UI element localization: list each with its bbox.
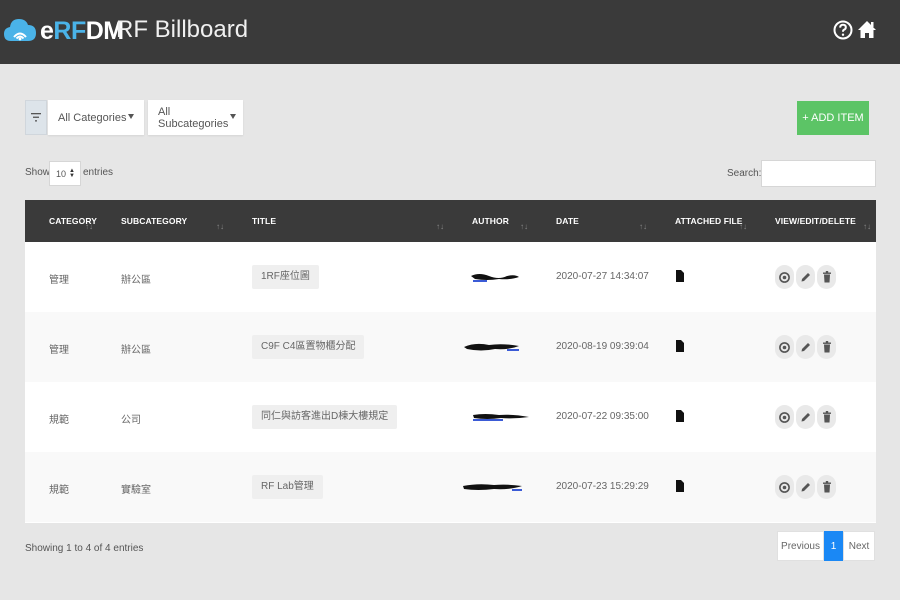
file-icon[interactable] <box>675 270 685 282</box>
cell-category: 管理 <box>49 345 69 356</box>
trash-icon <box>822 481 831 493</box>
edit-button[interactable] <box>796 405 815 429</box>
caret-down-icon <box>128 114 134 119</box>
show-label: Show <box>25 167 51 178</box>
view-button[interactable] <box>775 265 794 289</box>
app-logo[interactable]: eRFDM <box>40 16 124 46</box>
eye-icon <box>779 411 790 423</box>
filter-icon <box>31 113 41 122</box>
cell-date: 2020-07-23 15:29:29 <box>556 481 649 492</box>
sort-icon[interactable]: ↑↓ <box>85 222 93 231</box>
table-row: 管理 辦公區 1RF座位圖 2020-07-27 14:34:07 <box>25 242 876 312</box>
table-row: 管理 辦公區 C9F C4區置物櫃分配 2020-08-19 09:39:04 <box>25 312 876 382</box>
pencil-icon <box>801 342 810 351</box>
table-row: 規範 實驗室 RF Lab管理 2020-07-23 15:29:29 <box>25 452 876 522</box>
search-input[interactable] <box>761 160 876 187</box>
table-header: CATEGORY ↑↓ SUBCATEGORY ↑↓ TITLE ↑↓ AUTH… <box>25 200 876 242</box>
billboard-table: CATEGORY ↑↓ SUBCATEGORY ↑↓ TITLE ↑↓ AUTH… <box>25 200 876 523</box>
author-redacted <box>464 343 519 351</box>
sort-icon: ↑↓ <box>863 222 871 231</box>
author-redacted <box>471 274 519 282</box>
file-icon[interactable] <box>675 340 685 352</box>
author-redacted <box>473 414 529 421</box>
table-info: Showing 1 to 4 of 4 entries <box>25 543 144 554</box>
cell-category: 管理 <box>49 275 69 286</box>
author-redacted <box>463 484 522 491</box>
entries-per-page-select[interactable]: 10 ▲ ▼ <box>49 161 81 186</box>
cell-title[interactable]: C9F C4區置物櫃分配 <box>252 335 365 359</box>
delete-button[interactable] <box>817 335 836 359</box>
trash-icon <box>822 411 831 423</box>
cell-subcategory: 辦公區 <box>121 345 151 356</box>
sort-icon[interactable]: ↑↓ <box>639 222 647 231</box>
cell-category: 規範 <box>49 485 69 496</box>
col-header-title[interactable]: TITLE <box>252 216 276 226</box>
filter-button[interactable] <box>25 100 47 135</box>
table-row: 規範 公司 同仁與訪客進出D棟大樓規定 2020-07-22 09:35:00 <box>25 382 876 452</box>
col-header-attached-file[interactable]: ATTACHED FILE <box>675 216 743 226</box>
entries-per-page-value: 10 <box>56 168 67 179</box>
file-icon[interactable] <box>675 480 685 492</box>
caret-down-icon <box>230 114 236 119</box>
delete-button[interactable] <box>817 405 836 429</box>
logo-e: e <box>40 17 54 45</box>
sort-icon[interactable]: ↑↓ <box>216 222 224 231</box>
pencil-icon <box>801 412 810 421</box>
cell-date: 2020-07-27 14:34:07 <box>556 271 649 282</box>
pagination-previous[interactable]: Previous <box>777 531 824 561</box>
logo-rf: RF <box>53 17 86 45</box>
cell-subcategory: 辦公區 <box>121 275 151 286</box>
pagination-page-1[interactable]: 1 <box>824 531 843 561</box>
category-dropdown[interactable]: All Categories <box>48 100 144 135</box>
edit-button[interactable] <box>796 475 815 499</box>
delete-button[interactable] <box>817 265 836 289</box>
stepper-arrows-icon: ▲ ▼ <box>69 168 75 179</box>
file-icon[interactable] <box>675 410 685 422</box>
col-header-subcategory[interactable]: SUBCATEGORY <box>121 216 187 226</box>
cell-title[interactable]: 1RF座位圖 <box>252 265 319 289</box>
subcategory-dropdown[interactable]: All Subcategories <box>148 100 243 135</box>
pencil-icon <box>801 482 810 491</box>
cell-date: 2020-07-22 09:35:00 <box>556 411 649 422</box>
delete-button[interactable] <box>817 475 836 499</box>
col-header-actions: VIEW/EDIT/DELETE <box>775 216 856 226</box>
eye-icon <box>779 341 790 353</box>
cell-title[interactable]: RF Lab管理 <box>252 475 323 499</box>
top-bar: eRFDM RF Billboard <box>0 0 900 64</box>
pagination-next[interactable]: Next <box>843 531 875 561</box>
cloud-logo-icon <box>4 19 36 41</box>
cell-subcategory: 公司 <box>121 415 141 426</box>
page-title: RF Billboard <box>116 16 249 43</box>
view-button[interactable] <box>775 405 794 429</box>
edit-button[interactable] <box>796 335 815 359</box>
sort-icon[interactable]: ↑↓ <box>739 222 747 231</box>
help-circle-icon[interactable] <box>832 19 854 41</box>
sort-icon[interactable]: ↑↓ <box>436 222 444 231</box>
view-button[interactable] <box>775 475 794 499</box>
trash-icon <box>822 271 831 283</box>
cell-title[interactable]: 同仁與訪客進出D棟大樓規定 <box>252 405 398 429</box>
cell-subcategory: 實驗室 <box>121 485 151 496</box>
cell-category: 規範 <box>49 415 69 426</box>
view-button[interactable] <box>775 335 794 359</box>
col-header-author[interactable]: AUTHOR <box>472 216 509 226</box>
pencil-icon <box>801 272 810 281</box>
eye-icon <box>779 481 790 493</box>
cell-date: 2020-08-19 09:39:04 <box>556 341 649 352</box>
edit-button[interactable] <box>796 265 815 289</box>
home-icon[interactable] <box>856 19 878 41</box>
entries-label: entries <box>83 167 114 178</box>
sort-icon[interactable]: ↑↓ <box>520 222 528 231</box>
col-header-date[interactable]: DATE <box>556 216 579 226</box>
search-label: Search: <box>727 168 762 179</box>
eye-icon <box>779 271 790 283</box>
trash-icon <box>822 341 831 353</box>
add-item-button[interactable]: + ADD ITEM <box>797 101 869 135</box>
category-dropdown-label: All Categories <box>58 111 127 124</box>
